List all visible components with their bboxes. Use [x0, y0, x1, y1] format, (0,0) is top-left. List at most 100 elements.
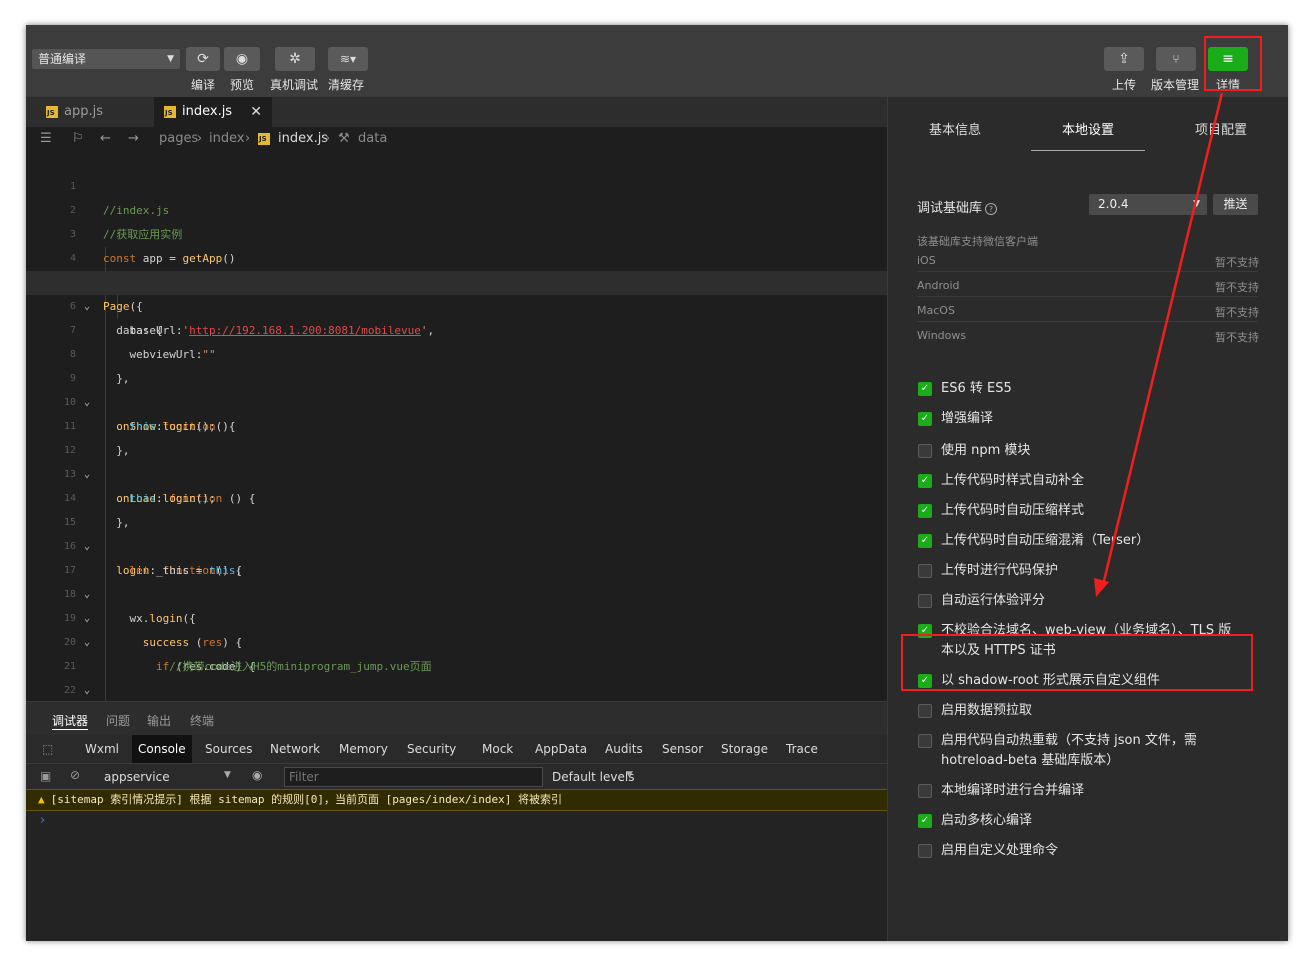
- remote-debug-button[interactable]: ✲: [275, 47, 315, 71]
- tab-index-js[interactable]: JS index.js ✕: [154, 97, 272, 127]
- checkbox[interactable]: [918, 734, 932, 748]
- tab-network[interactable]: Network: [264, 735, 326, 763]
- breadcrumb-item[interactable]: index.js: [278, 127, 328, 151]
- tab-basic-info[interactable]: 基本信息: [929, 119, 981, 138]
- tab-terminal[interactable]: 终端: [190, 712, 214, 729]
- platform-name: Android: [917, 279, 960, 292]
- list-icon[interactable]: ☰: [40, 127, 52, 151]
- checkbox[interactable]: ✓: [918, 534, 932, 548]
- checkbox[interactable]: ✓: [918, 382, 932, 396]
- platform-status: 暂不支持: [1215, 256, 1259, 269]
- option-label: 上传代码时样式自动补全: [941, 473, 1085, 488]
- code-area[interactable]: 1 //index.js 2 //获取应用实例 3 const app = ge…: [26, 151, 887, 701]
- help-icon[interactable]: ?: [985, 202, 998, 215]
- upload-icon: ⇪: [1118, 51, 1130, 67]
- code-line: 23 });: [26, 679, 887, 701]
- lib-version-select[interactable]: 2.0.4 ▼: [1089, 194, 1207, 215]
- branch-icon: ⑂: [1172, 52, 1180, 66]
- clear-cache-button[interactable]: ≋▾: [328, 47, 368, 71]
- console-prompt[interactable]: ›: [40, 813, 45, 828]
- checkbox[interactable]: [918, 564, 932, 578]
- log-levels-select[interactable]: Default levels: [552, 770, 634, 784]
- preview-button[interactable]: ◉: [224, 47, 260, 71]
- tab-mock[interactable]: Mock: [476, 735, 519, 763]
- breadcrumb: ☰ ⚐ ← → pages › index › JS index.js › ⚒ …: [26, 127, 887, 151]
- option-label: 上传时进行代码保护: [941, 563, 1059, 578]
- option-label: 使用 npm 模块: [941, 443, 1031, 458]
- tab-audits[interactable]: Audits: [599, 735, 649, 763]
- close-icon[interactable]: ✕: [250, 97, 262, 127]
- checkbox[interactable]: ✓: [918, 504, 932, 518]
- code-line: 10 this.login();: [26, 367, 887, 433]
- code-line: 6 baseUrl:'http://192.168.1.200:8081/mob…: [26, 271, 887, 337]
- tab-memory[interactable]: Memory: [333, 735, 394, 763]
- upload-label: 上传: [1112, 78, 1137, 92]
- code-line: 17 ⌄ wx.login({: [26, 535, 887, 625]
- checkbox[interactable]: [918, 594, 932, 608]
- tab-project-config[interactable]: 项目配置: [1195, 119, 1247, 138]
- option-label: 自动运行体验评分: [941, 593, 1046, 608]
- tab-problems[interactable]: 问题: [106, 712, 130, 729]
- option-label: 上传代码时自动压缩混淆（Terser）: [941, 533, 1150, 548]
- tab-sources[interactable]: Sources: [199, 735, 258, 763]
- checkbox[interactable]: ✓: [918, 814, 932, 828]
- option-label: 启用自定义处理命令: [941, 843, 1059, 858]
- breadcrumb-item[interactable]: index: [209, 127, 245, 151]
- context-select[interactable]: appservice: [104, 770, 170, 784]
- platform-status: 暂不支持: [1215, 281, 1259, 294]
- compile-mode-select[interactable]: 普通编译 ▼: [32, 49, 180, 69]
- code-line: 13 this.login();: [26, 439, 887, 505]
- breadcrumb-item[interactable]: pages: [159, 127, 198, 151]
- warning-text: [sitemap 索引情况提示] 根据 sitemap 的规则[0]，当前页面 …: [50, 793, 563, 806]
- push-button[interactable]: 推送: [1213, 194, 1258, 215]
- version-mgmt-button[interactable]: ⑂: [1156, 47, 1196, 71]
- tab-debugger[interactable]: 调试器: [52, 712, 89, 730]
- chevron-down-icon: ▼: [167, 54, 174, 64]
- code-line: 21 ⌄ _this.setData({: [26, 631, 887, 696]
- checkbox[interactable]: [918, 704, 932, 718]
- checkbox[interactable]: [918, 784, 932, 798]
- compile-mode-label: 普通编译: [38, 52, 87, 66]
- back-arrow-icon[interactable]: ←: [100, 127, 111, 151]
- chevron-down-icon: ▼: [224, 770, 231, 780]
- compile-button[interactable]: ⟳: [186, 47, 220, 71]
- bookmark-icon[interactable]: ⚐: [72, 127, 84, 151]
- tab-storage[interactable]: Storage: [715, 735, 774, 763]
- console-warning: ▲ [sitemap 索引情况提示] 根据 sitemap 的规则[0]，当前页面…: [26, 789, 887, 811]
- tab-output[interactable]: 输出: [147, 712, 171, 729]
- tab-wxml[interactable]: Wxml: [79, 735, 125, 763]
- checkbox[interactable]: [918, 844, 932, 858]
- tab-appdata[interactable]: AppData: [529, 735, 593, 763]
- checkbox[interactable]: [918, 444, 932, 458]
- eye-icon: ◉: [235, 51, 249, 67]
- tab-console[interactable]: Console: [132, 735, 192, 763]
- tab-trace[interactable]: Trace: [780, 735, 824, 763]
- option-highlight-box: [901, 634, 1253, 691]
- breadcrumb-separator: ›: [325, 131, 331, 146]
- checkbox[interactable]: ✓: [918, 412, 932, 426]
- code-line: 2 //获取应用实例: [26, 175, 887, 241]
- tab-local-settings[interactable]: 本地设置: [1062, 119, 1114, 138]
- eye-icon[interactable]: ◉: [252, 768, 262, 782]
- checkbox[interactable]: ✓: [918, 474, 932, 488]
- sidebar-toggle-icon[interactable]: ▣: [40, 769, 51, 783]
- tab-app-js[interactable]: JS app.js: [36, 97, 154, 127]
- code-line: 12 ⌄ onLoad: function () {: [26, 415, 887, 505]
- forward-arrow-icon[interactable]: →: [128, 127, 139, 151]
- divider: [917, 321, 1258, 322]
- option-label: 启动多核心编译: [941, 813, 1033, 828]
- code-line: 3 const app = getApp(): [26, 199, 887, 265]
- clear-console-icon[interactable]: ⊘: [70, 768, 80, 782]
- remote-debug-label: 真机调试: [270, 78, 319, 92]
- platform-name: iOS: [917, 254, 936, 267]
- tab-sensor[interactable]: Sensor: [656, 735, 709, 763]
- option-label: 上传代码时自动压缩样式: [941, 503, 1085, 518]
- debugger-top-tabs: 调试器 问题 输出 终端: [26, 701, 887, 735]
- support-title: 该基础库支持微信客户端: [917, 235, 1038, 248]
- breadcrumb-item[interactable]: data: [358, 127, 387, 151]
- inspect-icon[interactable]: ⬚: [36, 735, 59, 763]
- upload-button[interactable]: ⇪: [1104, 47, 1144, 71]
- tab-security[interactable]: Security: [401, 735, 462, 763]
- compile-label: 编译: [191, 78, 216, 92]
- console-filter-input[interactable]: [284, 767, 543, 787]
